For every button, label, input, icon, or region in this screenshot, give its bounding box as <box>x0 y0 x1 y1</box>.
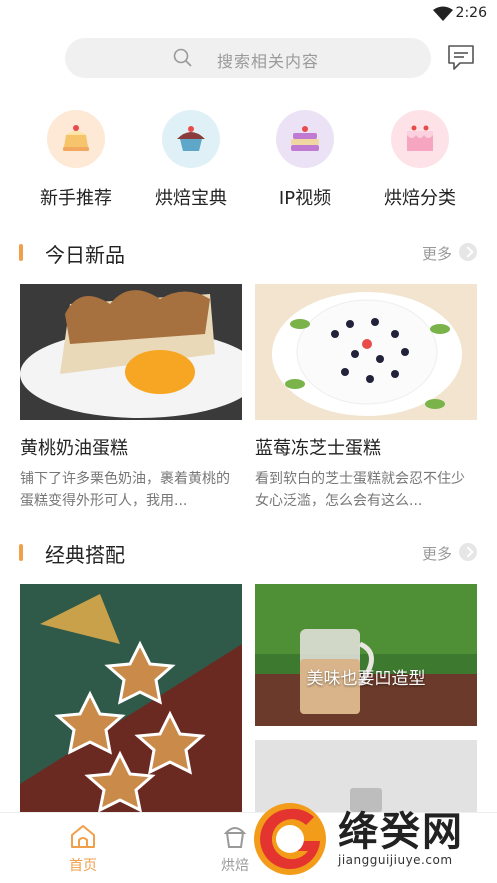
recipe-card[interactable]: 黄桃奶油蛋糕 铺下了许多栗色奶油，裹着黄桃的蛋糕变得外形可人，我用... <box>20 284 242 512</box>
cupcake-icon <box>162 110 220 168</box>
more-link[interactable]: 更多 <box>422 243 452 264</box>
recipe-title: 蓝莓冻芝士蛋糕 <box>255 438 381 459</box>
section-title: 经典搭配 <box>45 543 125 567</box>
classic-overlay-text: 美味也要凹造型 <box>306 669 426 689</box>
recipe-card[interactable]: 蓝莓冻芝士蛋糕 看到软白的芝士蛋糕就会忍不住少女心泛滥，怎么会有这么... <box>255 284 477 512</box>
watermark-url: jiangguijiuye.com <box>338 853 453 867</box>
section-title: 今日新品 <box>45 243 125 267</box>
watermark-brand: 绛癸网 <box>338 809 464 855</box>
classic-card-cookies[interactable] <box>20 584 242 812</box>
category-newbie[interactable]: 新手推荐 <box>26 110 126 210</box>
layer-cake-icon <box>276 110 334 168</box>
category-label: IP视频 <box>278 188 332 209</box>
status-bar: 2:26 <box>0 0 497 28</box>
nav-label: 首页 <box>69 858 97 874</box>
nav-home[interactable]: 首页 <box>43 823 123 875</box>
status-time: 2:26 <box>455 5 487 21</box>
cake-slice-icon <box>47 110 105 168</box>
recipe-description: 铺下了许多栗色奶油，裹着黄桃的蛋糕变得外形可人，我用... <box>20 471 230 509</box>
watermark: 绛癸网 jiangguijiuye.com <box>250 795 497 883</box>
search-placeholder: 搜索相关内容 <box>217 52 320 71</box>
search-icon <box>173 48 192 67</box>
recipe-image <box>255 284 477 420</box>
watermark-logo-icon <box>254 803 326 875</box>
wifi-icon <box>433 6 453 21</box>
category-label: 烘焙宝典 <box>155 188 227 209</box>
chevron-right-icon[interactable] <box>459 543 477 561</box>
search-input[interactable]: 搜索相关内容 <box>65 38 431 78</box>
category-baking-types[interactable]: 烘焙分类 <box>370 110 470 210</box>
pink-cake-icon <box>391 110 449 168</box>
category-baking-guide[interactable]: 烘焙宝典 <box>141 110 241 210</box>
message-icon[interactable] <box>446 42 476 72</box>
bake-icon <box>223 827 247 848</box>
section-header-classic: 经典搭配 更多 <box>0 538 497 568</box>
chevron-right-icon[interactable] <box>459 243 477 261</box>
section-header-new: 今日新品 更多 <box>0 238 497 268</box>
recipe-title: 黄桃奶油蛋糕 <box>20 438 128 459</box>
more-link[interactable]: 更多 <box>422 543 452 564</box>
category-label: 新手推荐 <box>40 188 112 209</box>
recipe-image <box>20 284 242 420</box>
category-ip-video[interactable]: IP视频 <box>255 110 355 210</box>
home-icon <box>71 825 95 848</box>
recipe-description: 看到软白的芝士蛋糕就会忍不住少女心泛滥，怎么会有这么... <box>255 471 465 509</box>
section-accent-bar <box>19 544 23 561</box>
category-label: 烘焙分类 <box>384 188 456 209</box>
section-accent-bar <box>19 244 23 261</box>
classic-card-milk-tea[interactable]: 美味也要凹造型 <box>255 584 477 726</box>
